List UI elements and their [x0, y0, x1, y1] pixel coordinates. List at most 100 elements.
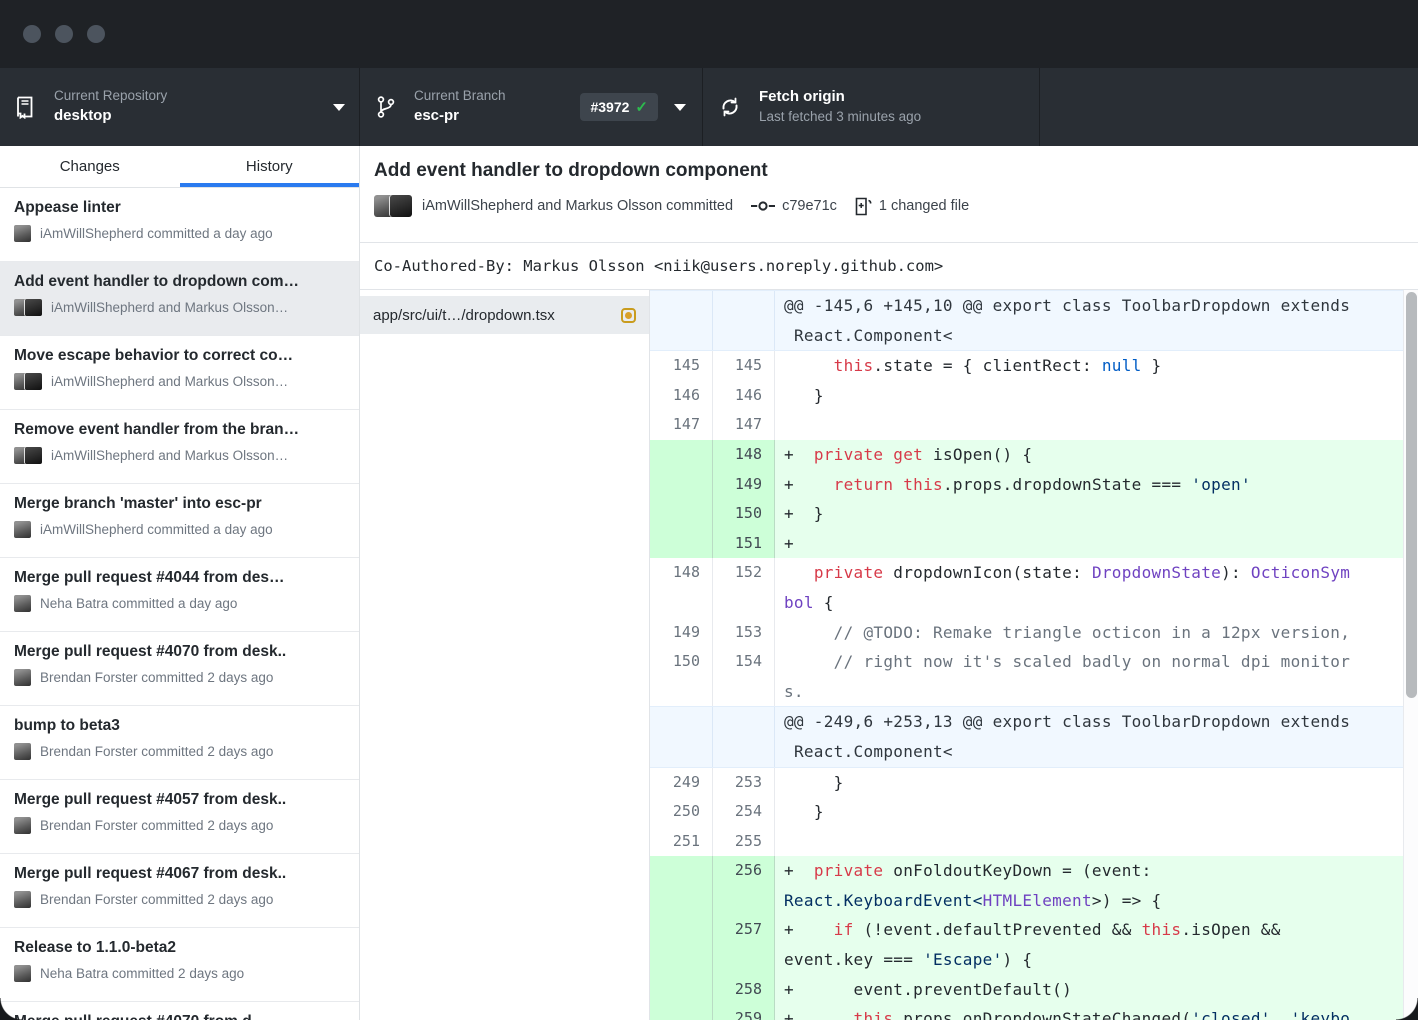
- diff-code-line: + private onFoldoutKeyDown = (event: Rea…: [775, 856, 1418, 915]
- avatar: [14, 669, 31, 686]
- diff-code-line: }: [775, 381, 1418, 411]
- line-number-old: 250: [650, 797, 713, 827]
- diff-row[interactable]: 150154 // right now it's scaled badly on…: [650, 647, 1418, 706]
- git-branch-icon: [376, 94, 396, 120]
- repository-label: Current Repository: [54, 88, 167, 105]
- diff-row[interactable]: 258+ event.preventDefault(): [650, 975, 1418, 1005]
- commit-message: Co-Authored-By: Markus Olsson <niik@user…: [360, 243, 1418, 290]
- current-repository-button[interactable]: Current Repository desktop: [0, 68, 360, 146]
- commit-item[interactable]: Merge pull request #4057 from desk..Bren…: [0, 780, 359, 854]
- file-path: app/src/ui/t…/dropdown.tsx: [373, 307, 621, 324]
- diff-row[interactable]: 149+ return this.props.dropdownState ===…: [650, 470, 1418, 500]
- diff-row[interactable]: 147147: [650, 410, 1418, 440]
- commit-item[interactable]: Merge pull request #4070 from d…: [0, 1002, 359, 1020]
- diff-row[interactable]: 259+ this.props.onDropdownStateChanged('…: [650, 1004, 1418, 1020]
- scrollbar-thumb[interactable]: [1406, 292, 1417, 698]
- diff-code-line: + }: [775, 499, 1418, 529]
- line-number-old: 251: [650, 827, 713, 857]
- line-number-old: [650, 975, 713, 1005]
- commit-item[interactable]: bump to beta3Brendan Forster committed 2…: [0, 706, 359, 780]
- commit-item[interactable]: Move escape behavior to correct co…iAmWi…: [0, 336, 359, 410]
- commit-item[interactable]: Appease linter iAmWillShepherd committed …: [0, 188, 359, 262]
- diff-row[interactable]: 145145 this.state = { clientRect: null }: [650, 351, 1418, 381]
- diff-code-line: + private get isOpen() {: [775, 440, 1418, 470]
- line-number-old: [650, 1004, 713, 1020]
- commit-item[interactable]: Merge pull request #4067 from desk.. Bren…: [0, 854, 359, 928]
- commit-item-meta: Brendan Forster committed 2 days ago: [14, 891, 345, 908]
- commit-item[interactable]: Merge branch 'master' into esc-priAmWill…: [0, 484, 359, 558]
- line-number-old: 145: [650, 351, 713, 381]
- diff-code-line: + return this.props.dropdownState === 'o…: [775, 470, 1418, 500]
- diff-row[interactable]: 149153 // @TODO: Remake triangle octicon…: [650, 618, 1418, 648]
- line-number-old: [650, 707, 713, 766]
- line-number-old: [650, 529, 713, 559]
- commit-item[interactable]: Remove event handler from the bran…iAmWi…: [0, 410, 359, 484]
- diff-code-line: @@ -145,6 +145,10 @@ export class Toolba…: [775, 291, 1418, 350]
- diff-code-line: }: [775, 797, 1418, 827]
- sidebar-tabs: Changes History: [0, 146, 359, 188]
- line-number-new: 259: [713, 1004, 775, 1020]
- tab-history[interactable]: History: [180, 146, 360, 187]
- avatar: [14, 817, 31, 834]
- diff-row[interactable]: 150+ }: [650, 499, 1418, 529]
- commit-item-title: Merge pull request #4070 from d…: [14, 1013, 345, 1020]
- commit-item-title: Move escape behavior to correct co…: [14, 347, 345, 365]
- diff-row[interactable]: 256+ private onFoldoutKeyDown = (event: …: [650, 856, 1418, 915]
- commit-item[interactable]: Merge pull request #4044 from des… Neha B…: [0, 558, 359, 632]
- branch-name: esc-pr: [414, 107, 506, 126]
- chevron-down-icon: [674, 104, 686, 111]
- line-number-new: 253: [713, 768, 775, 798]
- line-number-old: [650, 499, 713, 529]
- commit-item-meta: iAmWillShepherd committed a day ago: [14, 225, 345, 242]
- line-number-old: 147: [650, 410, 713, 440]
- diff-code-line: }: [775, 768, 1418, 798]
- traffic-lights: [23, 25, 105, 43]
- commit-history-list: Appease linter iAmWillShepherd committed …: [0, 188, 359, 1020]
- commit-item[interactable]: Add event handler to dropdown com…iAmWil…: [0, 262, 359, 336]
- diff-row[interactable]: 146146 }: [650, 381, 1418, 411]
- diff-row[interactable]: 249253 }: [650, 768, 1418, 798]
- commit-header: Add event handler to dropdown component …: [360, 146, 1418, 243]
- line-number-new: 255: [713, 827, 775, 857]
- commit-item-title: Release to 1.1.0-beta2: [14, 939, 345, 957]
- diff-row[interactable]: 251255: [650, 827, 1418, 857]
- commit-item[interactable]: Release to 1.1.0-beta2Neha Batra committ…: [0, 928, 359, 1002]
- diff-row[interactable]: 151+: [650, 529, 1418, 559]
- diff-row[interactable]: @@ -145,6 +145,10 @@ export class Toolba…: [650, 290, 1418, 351]
- app-toolbar: Current Repository desktop Current Branc…: [0, 68, 1418, 146]
- line-number-old: 150: [650, 647, 713, 706]
- commit-item-meta: Neha Batra committed a day ago: [14, 595, 345, 612]
- commit-item-title: Merge pull request #4067 from desk..: [14, 865, 345, 883]
- pr-number: #3972: [590, 99, 629, 115]
- commit-item-meta: Brendan Forster committed 2 days ago: [14, 669, 345, 686]
- current-branch-button[interactable]: Current Branch esc-pr #3972 ✓: [360, 68, 703, 146]
- commit-item-meta: Brendan Forster committed 2 days ago: [14, 743, 345, 760]
- tab-changes[interactable]: Changes: [0, 146, 180, 187]
- file-item[interactable]: app/src/ui/t…/dropdown.tsx: [360, 296, 649, 334]
- fetch-subtitle: Last fetched 3 minutes ago: [759, 109, 921, 126]
- avatar: [14, 891, 31, 908]
- diff-row[interactable]: 250254 }: [650, 797, 1418, 827]
- commit-item-title: Merge pull request #4044 from des…: [14, 569, 345, 587]
- diff-scrollbar[interactable]: [1403, 290, 1418, 1020]
- diff-row[interactable]: 148+ private get isOpen() {: [650, 440, 1418, 470]
- committer-avatars: [374, 195, 412, 217]
- close-window-button[interactable]: [23, 25, 41, 43]
- diff-row[interactable]: 257+ if (!event.defaultPrevented && this…: [650, 915, 1418, 974]
- zoom-window-button[interactable]: [87, 25, 105, 43]
- line-number-old: [650, 291, 713, 350]
- fetch-origin-button[interactable]: Fetch origin Last fetched 3 minutes ago: [703, 68, 1040, 146]
- minimize-window-button[interactable]: [55, 25, 73, 43]
- commit-item-title: Merge pull request #4070 from desk..: [14, 643, 345, 661]
- pr-status-badge: #3972 ✓: [580, 93, 658, 121]
- diff-code-line: // right now it's scaled badly on normal…: [775, 647, 1418, 706]
- line-number-old: [650, 470, 713, 500]
- commit-item-title: Appease linter: [14, 199, 345, 217]
- diff-row[interactable]: 148152 private dropdownIcon(state: Dropd…: [650, 558, 1418, 617]
- commit-item[interactable]: Merge pull request #4070 from desk.. Bren…: [0, 632, 359, 706]
- main-panel: Add event handler to dropdown component …: [360, 146, 1418, 1020]
- diff-row[interactable]: @@ -249,6 +253,13 @@ export class Toolba…: [650, 706, 1418, 767]
- line-number-new: 256: [713, 856, 775, 915]
- diff-code-line: + this.props.onDropdownStateChanged('clo…: [775, 1004, 1418, 1020]
- commit-title: Add event handler to dropdown component: [374, 160, 1402, 182]
